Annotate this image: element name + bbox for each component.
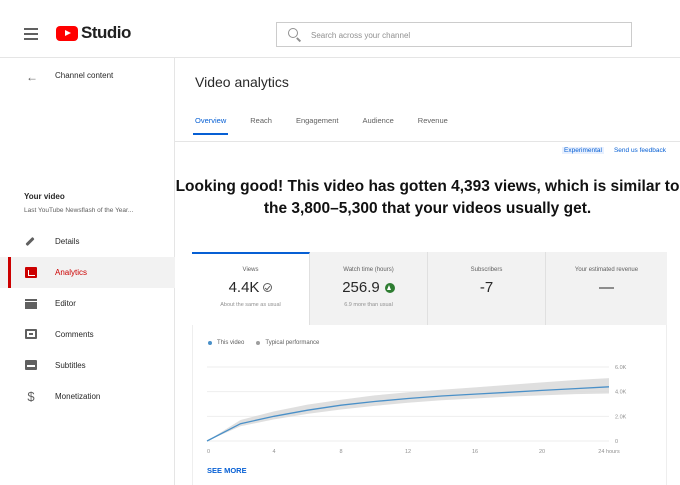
tab-engagement[interactable]: Engagement bbox=[296, 116, 339, 136]
check-circle-icon bbox=[263, 283, 273, 292]
page-title: Video analytics bbox=[195, 74, 289, 90]
studio-app: Studio ← Channel content Your video Last… bbox=[0, 0, 680, 485]
stat-value-row: 256.9 bbox=[310, 279, 427, 296]
menu-icon[interactable] bbox=[24, 28, 38, 40]
tab-divider bbox=[175, 141, 680, 142]
arrow-back-icon: ← bbox=[26, 70, 38, 84]
views-chart: 0 2.0K 4.0K 6.0K 0 4 8 12 16 20 24 hours bbox=[206, 365, 627, 455]
sidebar-item-label: Comments bbox=[55, 330, 94, 339]
stat-value: — bbox=[599, 279, 614, 296]
stat-value-row: -7 bbox=[428, 279, 545, 296]
sidebar-item-comments[interactable]: Comments bbox=[0, 319, 175, 350]
sidebar-item-analytics[interactable]: Analytics bbox=[0, 257, 175, 288]
x-tick-label: 4 bbox=[272, 449, 275, 455]
studio-logo[interactable]: Studio bbox=[56, 23, 131, 43]
stat-card-revenue[interactable]: Your estimated revenue — bbox=[546, 252, 667, 325]
sidebar-item-label: Editor bbox=[55, 299, 76, 308]
experimental-badge[interactable]: Experimental bbox=[562, 147, 604, 154]
see-more-link[interactable]: SEE MORE bbox=[207, 466, 247, 475]
stat-value: 256.9 bbox=[342, 279, 380, 296]
arrow-up-circle-icon bbox=[384, 282, 395, 293]
back-label: Channel content bbox=[55, 71, 114, 80]
stat-card-watch-time[interactable]: Watch time (hours) 256.9 6.9 more than u… bbox=[310, 252, 428, 325]
x-tick-label: 20 bbox=[539, 449, 545, 455]
pencil-icon bbox=[25, 236, 35, 247]
stat-card-subscribers[interactable]: Subscribers -7 bbox=[428, 252, 546, 325]
stat-value: 4.4K bbox=[228, 279, 260, 296]
dollar-icon: $ bbox=[27, 389, 35, 404]
sidebar: ← Channel content Your video Last YouTub… bbox=[0, 58, 175, 485]
send-feedback-link[interactable]: Send us feedback bbox=[614, 147, 666, 154]
subtitles-icon bbox=[25, 360, 37, 370]
x-tick-label: 24 hours bbox=[598, 449, 620, 455]
analytics-icon bbox=[25, 267, 37, 278]
stat-label: Watch time (hours) bbox=[343, 267, 394, 273]
sidebar-item-label: Details bbox=[55, 237, 80, 246]
comments-icon bbox=[25, 329, 37, 339]
youtube-logo-icon bbox=[56, 25, 78, 41]
stat-comparison: About the same as usual bbox=[220, 302, 281, 308]
y-tick-label: 4.0K bbox=[615, 390, 627, 396]
y-tick-label: 6.0K bbox=[615, 365, 627, 371]
sidebar-item-monetization[interactable]: $ Monetization bbox=[0, 381, 175, 412]
analytics-tabs: Overview Reach Engagement Audience Reven… bbox=[192, 116, 472, 136]
chart-panel: This video Typical performance 0 2.0K 4.0K… bbox=[192, 325, 667, 485]
stat-label: Your estimated revenue bbox=[574, 267, 639, 273]
x-tick-label: 0 bbox=[207, 449, 210, 455]
typical-performance-band bbox=[207, 378, 609, 441]
stat-label: Views bbox=[242, 267, 259, 273]
sidebar-item-details[interactable]: Details bbox=[0, 226, 175, 257]
search-input[interactable] bbox=[311, 27, 611, 43]
performance-headline: Looking good! This video has gotten 4,39… bbox=[175, 178, 680, 217]
top-links: Experimental Send us feedback bbox=[552, 147, 666, 154]
y-tick-label: 0 bbox=[615, 439, 618, 445]
tab-revenue[interactable]: Revenue bbox=[418, 116, 448, 136]
your-video-heading: Your video bbox=[24, 192, 65, 201]
x-tick-label: 8 bbox=[339, 449, 342, 455]
video-title[interactable]: Last YouTube Newsflash of the Year... bbox=[24, 207, 169, 214]
x-tick-label: 16 bbox=[472, 449, 478, 455]
search-bar[interactable] bbox=[276, 22, 632, 47]
app-name: Studio bbox=[81, 23, 131, 42]
sidebar-item-label: Monetization bbox=[55, 392, 101, 401]
sidebar-item-label: Subtitles bbox=[55, 361, 86, 370]
y-tick-label: 2.0K bbox=[615, 414, 627, 420]
editor-icon bbox=[25, 299, 37, 309]
stat-label: Subscribers bbox=[470, 267, 503, 273]
tab-reach[interactable]: Reach bbox=[250, 116, 272, 136]
stat-value-row: — bbox=[546, 279, 667, 296]
stats-cards: Views 4.4K About the same as usual Watch… bbox=[192, 252, 667, 325]
sidebar-nav: Details Analytics Editor Comments Subtit… bbox=[0, 226, 175, 412]
top-bar: Studio bbox=[0, 0, 680, 58]
sidebar-item-label: Analytics bbox=[55, 268, 88, 277]
stat-card-views[interactable]: Views 4.4K About the same as usual bbox=[192, 252, 310, 325]
tab-audience[interactable]: Audience bbox=[363, 116, 394, 136]
stat-value: -7 bbox=[479, 279, 494, 296]
back-to-channel-content[interactable]: ← Channel content bbox=[0, 58, 175, 94]
stat-value-row: 4.4K bbox=[192, 279, 309, 296]
search-icon bbox=[288, 28, 298, 38]
sidebar-item-subtitles[interactable]: Subtitles bbox=[0, 350, 175, 381]
tab-overview[interactable]: Overview bbox=[192, 116, 229, 136]
x-tick-label: 12 bbox=[405, 449, 411, 455]
sidebar-item-editor[interactable]: Editor bbox=[0, 288, 175, 319]
main-content: Video analytics Overview Reach Engagemen… bbox=[175, 58, 680, 485]
stat-comparison: 6.9 more than usual bbox=[344, 302, 393, 308]
